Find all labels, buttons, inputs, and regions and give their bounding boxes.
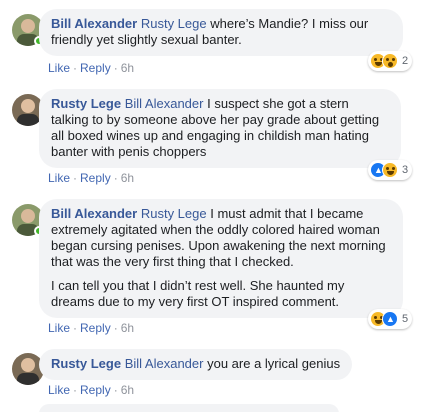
comment-timestamp[interactable]: 6h xyxy=(121,171,134,185)
comment-actions: Like · Reply · 6h xyxy=(48,171,135,185)
like-icon: ▲ xyxy=(382,311,398,327)
comment-actions: Like · Reply · 6h xyxy=(48,321,135,335)
reaction-count: 5 xyxy=(402,313,409,325)
wow-icon xyxy=(382,53,398,69)
comment-mention[interactable]: Bill Alexander xyxy=(125,96,204,111)
comment-bubble: Rusty Lege Bill Alexander you are a lyri… xyxy=(39,349,353,380)
like-button[interactable]: Like xyxy=(48,171,70,185)
comment-mention[interactable]: Rusty Lege xyxy=(141,16,207,31)
reaction-count: 3 xyxy=(402,164,409,176)
comment-author[interactable]: Bill Alexander xyxy=(51,206,137,221)
reactions-summary[interactable]: ▲ 3 xyxy=(368,160,413,180)
comment-actions: Like · Reply · 6h xyxy=(48,61,135,75)
comment-mention[interactable]: Rusty Lege xyxy=(141,206,207,221)
comment-bubble: Bill Alexander Rusty Lege where’s Mandie… xyxy=(39,9,403,56)
comment-text: you are a lyrical genius xyxy=(207,356,341,371)
comment-mention[interactable]: Bill Alexander xyxy=(125,356,204,371)
reactions-summary[interactable]: 2 xyxy=(368,51,413,71)
comment-text: I can tell you that I didn’t rest well. … xyxy=(51,278,345,309)
comment-author[interactable]: Bill Alexander xyxy=(51,16,137,31)
comment-bubble: Rusty Lege Bill Alexander I suspect she … xyxy=(39,89,401,168)
comment-bubble: Bill Alexander Rusty Lege I must admit t… xyxy=(39,199,403,318)
reply-button[interactable]: Reply xyxy=(80,61,111,75)
comment-bubble-partial xyxy=(39,404,339,412)
reply-button[interactable]: Reply xyxy=(80,321,111,335)
comment-timestamp[interactable]: 6h xyxy=(121,61,134,75)
reply-button[interactable]: Reply xyxy=(80,171,111,185)
reaction-count: 2 xyxy=(402,55,409,67)
like-button[interactable]: Like xyxy=(48,61,70,75)
reply-button[interactable]: Reply xyxy=(80,383,111,397)
comment-timestamp[interactable]: 6h xyxy=(121,321,134,335)
like-button[interactable]: Like xyxy=(48,321,70,335)
reactions-summary[interactable]: ▲ 5 xyxy=(368,309,413,329)
comment-author[interactable]: Rusty Lege xyxy=(51,356,121,371)
like-button[interactable]: Like xyxy=(48,383,70,397)
comment-timestamp[interactable]: 6h xyxy=(121,383,134,397)
comment-author[interactable]: Rusty Lege xyxy=(51,96,121,111)
haha-icon xyxy=(382,162,398,178)
comment-actions: Like · Reply · 6h xyxy=(48,383,135,397)
